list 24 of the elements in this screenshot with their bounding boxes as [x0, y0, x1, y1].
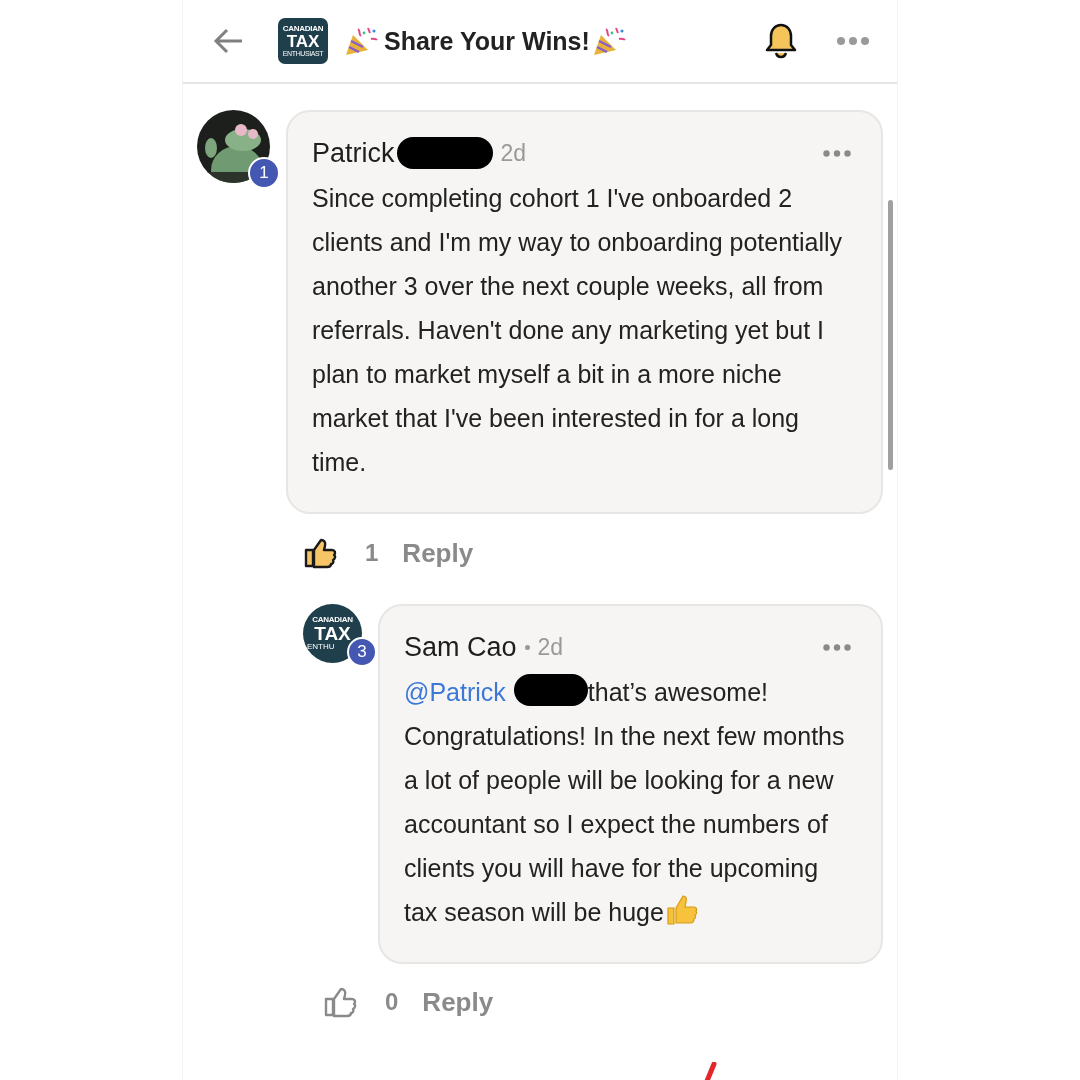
- author-name[interactable]: Patrick: [312, 137, 395, 169]
- thumbs-up-icon[interactable]: [323, 986, 357, 1018]
- more-icon[interactable]: [837, 37, 869, 45]
- party-popper-icon: [344, 25, 378, 57]
- reply-button[interactable]: Reply: [422, 986, 494, 1018]
- timestamp: 2d: [537, 633, 564, 661]
- comment-text: @Patrick that’s awesome! Congratulations! In the next few months a lot of people will be looking for a new accountant so I expect the numbers of clients you will have for the upcoming tax season will be huge: [404, 670, 851, 934]
- party-popper-icon: [591, 25, 626, 57]
- scrollbar[interactable]: [888, 200, 893, 470]
- mention-link[interactable]: @Patrick: [404, 678, 506, 706]
- like-count: 0: [385, 988, 399, 1016]
- bell-icon[interactable]: [765, 23, 797, 59]
- comment-text: Since completing cohort 1 I've onboarded 2 clients and I'm my way to onboarding potentially another 3 over the next couple weeks, all from referrals. Haven't done any marketing yet but I plan to market myself a bit in a more niche market that I've been interested in for a long time.: [312, 183, 844, 478]
- more-icon[interactable]: [823, 149, 851, 157]
- back-icon[interactable]: [213, 28, 243, 54]
- annotation-stroke: [703, 1062, 717, 1080]
- author-name[interactable]: Sam Cao: [404, 631, 517, 663]
- like-count: 1: [365, 539, 379, 567]
- timestamp: 2d: [500, 139, 527, 167]
- page-title: Share Your Wins!: [384, 26, 590, 56]
- reply-button[interactable]: Reply: [402, 537, 474, 569]
- level-badge: 1: [248, 157, 280, 189]
- thumbs-up-icon[interactable]: [303, 537, 337, 569]
- more-icon[interactable]: [823, 643, 851, 651]
